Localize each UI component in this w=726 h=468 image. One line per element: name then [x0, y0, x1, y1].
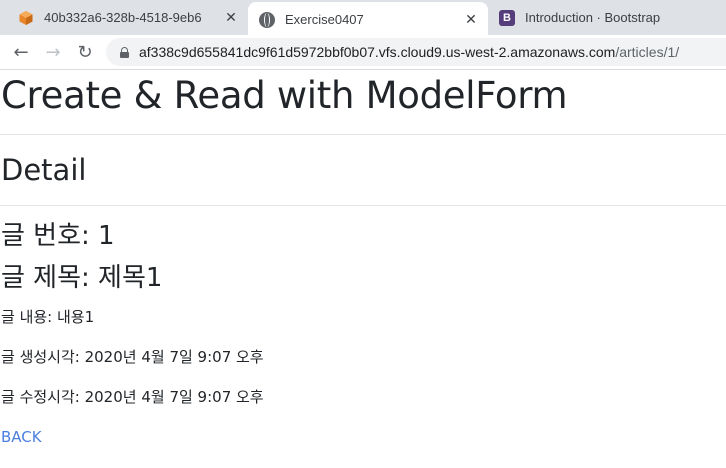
section-title: Detail: [1, 153, 87, 187]
article-content: 글 내용: 내용1: [1, 308, 95, 326]
article-updated-at: 글 수정시각: 2020년 4월 7일 9:07 오후: [1, 388, 264, 406]
tab-bootstrap[interactable]: B Introduction · Bootstrap: [490, 0, 726, 35]
divider: [0, 134, 726, 135]
article-created-at: 글 생성시각: 2020년 4월 7일 9:07 오후: [1, 348, 264, 366]
divider: [0, 205, 726, 206]
page-title: Create & Read with ModelForm: [1, 74, 568, 117]
url-text[interactable]: af338c9d655841dc9f61d5972bbf0b07.vfs.clo…: [139, 44, 679, 60]
close-icon[interactable]: ✕: [464, 12, 478, 26]
article-title: 글 제목: 제목1: [1, 263, 163, 293]
tab-title: Exercise0407: [285, 12, 364, 27]
tab-exercise0407[interactable]: Exercise0407 ✕: [248, 2, 488, 37]
close-icon[interactable]: ✕: [224, 10, 238, 24]
url-host: af338c9d655841dc9f61d5972bbf0b07.vfs.clo…: [139, 44, 616, 60]
back-link[interactable]: BACK: [1, 428, 42, 446]
globe-icon: [259, 11, 275, 28]
tab-strip: 40b332a6-328b-4518-9eb6 ✕ Exercise0407 ✕…: [0, 0, 726, 37]
tab-title: Introduction · Bootstrap: [525, 10, 661, 25]
tab-title: 40b332a6-328b-4518-9eb6: [44, 10, 202, 25]
article-number: 글 번호: 1: [1, 221, 115, 251]
lock-icon[interactable]: [120, 46, 129, 58]
browser-toolbar: ← → ↻ af338c9d655841dc9f61d5972bbf0b07.v…: [0, 35, 726, 70]
back-button[interactable]: ←: [8, 39, 34, 65]
tab-cloud9[interactable]: 40b332a6-328b-4518-9eb6 ✕: [0, 0, 248, 35]
page-content: Create & Read with ModelForm Detail 글 번호…: [0, 70, 726, 468]
aws-cube-icon: [18, 10, 34, 26]
address-bar[interactable]: af338c9d655841dc9f61d5972bbf0b07.vfs.clo…: [106, 38, 726, 66]
forward-button[interactable]: →: [40, 39, 66, 65]
bootstrap-icon: B: [499, 9, 515, 26]
reload-button[interactable]: ↻: [72, 39, 98, 65]
url-path: /articles/1/: [615, 44, 680, 60]
